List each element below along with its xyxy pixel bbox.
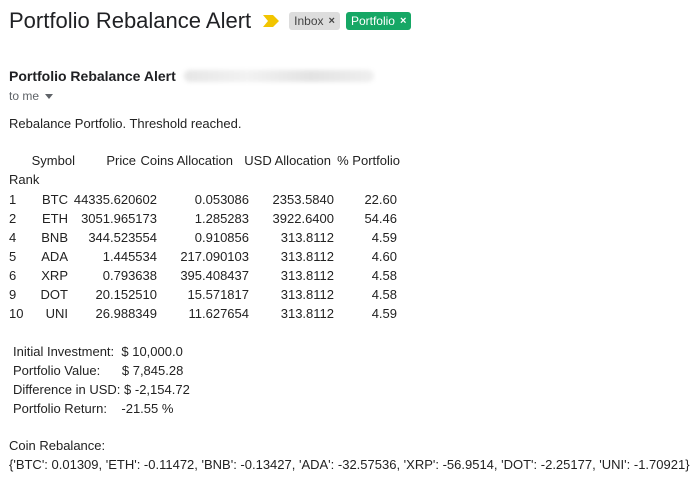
table-index-label: Rank <box>9 172 40 187</box>
sender-name[interactable]: Portfolio Rebalance Alert <box>9 68 176 84</box>
table-cell: 20.152510 <box>95 287 157 302</box>
summary-line: Portfolio Return: -21.55 % <box>13 401 174 416</box>
table-rank: 9 <box>9 287 17 302</box>
recipient-row[interactable]: to me <box>9 89 54 103</box>
table-cell: 313.8112 <box>280 249 334 264</box>
table-header: % Portfolio <box>337 153 400 168</box>
summary-line: Difference in USD: $ -2,154.72 <box>13 382 190 397</box>
table-cell: XRP <box>41 268 68 283</box>
table-cell: 217.090103 <box>180 249 249 264</box>
table-cell: 4.59 <box>371 230 397 245</box>
table-cell: 313.8112 <box>280 287 334 302</box>
table-cell: 1.285283 <box>194 211 249 226</box>
email-subject: Portfolio Rebalance Alert <box>9 8 252 33</box>
table-cell: 313.8112 <box>280 306 334 321</box>
table-rank: 4 <box>9 230 17 245</box>
table-header: Symbol <box>31 153 75 168</box>
close-icon[interactable]: × <box>329 14 335 28</box>
table-cell: 4.60 <box>371 249 397 264</box>
rebalance-values: {'BTC': 0.01309, 'ETH': -0.11472, 'BNB':… <box>9 457 690 472</box>
table-cell: 313.8112 <box>280 230 334 245</box>
table-cell: 344.523554 <box>88 230 157 245</box>
table-header: USD Allocation <box>244 153 331 168</box>
table-cell: 44335.620602 <box>73 192 157 207</box>
table-header: Price <box>106 153 136 168</box>
table-cell: 3922.6400 <box>272 211 334 226</box>
label-portfolio[interactable]: Portfolio × <box>345 12 412 30</box>
summary-line: Portfolio Value: $ 7,845.28 <box>13 363 184 378</box>
table-cell: 4.58 <box>371 287 397 302</box>
table-rank: 1 <box>9 192 17 207</box>
table-cell: ETH <box>42 211 68 226</box>
intro-text: Rebalance Portfolio. Threshold reached. <box>9 116 242 131</box>
table-cell: 0.910856 <box>194 230 249 245</box>
table-cell: 11.627654 <box>188 306 250 321</box>
table-cell: BTC <box>42 192 68 207</box>
table-cell: DOT <box>40 287 68 302</box>
table-rank: 10 <box>9 306 24 321</box>
table-cell: 54.46 <box>364 211 397 226</box>
table-cell: 395.408437 <box>180 268 249 283</box>
label-inbox[interactable]: Inbox × <box>289 12 340 30</box>
table-cell: 2353.5840 <box>272 192 334 207</box>
table-cell: BNB <box>41 230 68 245</box>
rebalance-title: Coin Rebalance: <box>9 438 106 453</box>
recipient-text: to me <box>9 89 40 103</box>
sender-row: Portfolio Rebalance Alert <box>9 68 374 84</box>
summary-line: Initial Investment: $ 10,000.0 <box>13 344 183 359</box>
chevron-down-icon[interactable] <box>45 93 54 99</box>
table-cell: 0.793638 <box>102 268 157 283</box>
label-inbox-text: Inbox <box>294 14 324 28</box>
table-cell: ADA <box>41 249 68 264</box>
table-cell: 3051.965173 <box>81 211 157 226</box>
table-cell: 313.8112 <box>280 268 334 283</box>
table-cell: 4.59 <box>371 306 397 321</box>
table-header: Coins Allocation <box>140 153 234 168</box>
label-portfolio-text: Portfolio <box>350 14 395 28</box>
table-cell: UNI <box>45 306 68 321</box>
table-cell: 0.053086 <box>194 192 249 207</box>
table-cell: 1.445534 <box>102 249 157 264</box>
table-cell: 22.60 <box>364 192 397 207</box>
table-rank: 2 <box>9 211 17 226</box>
table-rank: 6 <box>9 268 17 283</box>
importance-marker-icon[interactable] <box>263 15 280 27</box>
table-cell: 15.571817 <box>187 287 249 302</box>
close-icon[interactable]: × <box>400 14 406 28</box>
table-cell: 26.988349 <box>95 306 157 321</box>
subject-row: Portfolio Rebalance Alert Inbox × Portfo… <box>9 8 412 34</box>
sender-email-redacted <box>183 70 374 82</box>
table-cell: 4.58 <box>371 268 397 283</box>
table-rank: 5 <box>9 249 17 264</box>
